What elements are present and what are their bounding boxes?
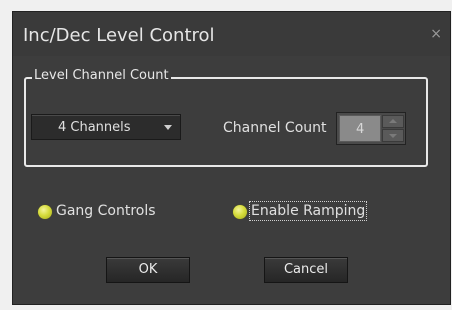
channel-count-stepper: 4 [336, 112, 406, 145]
stepper-up-button[interactable] [382, 115, 404, 128]
channel-count-field[interactable]: 4 [339, 115, 381, 142]
led-indicator-icon [233, 205, 247, 219]
enable-ramping-checkbox[interactable]: Enable Ramping [233, 201, 378, 223]
channels-dropdown-value: 4 Channels [58, 120, 131, 135]
gang-controls-label: Gang Controls [56, 203, 156, 219]
channel-count-value: 4 [356, 122, 365, 137]
ok-button[interactable]: OK [106, 257, 190, 283]
chevron-down-icon [164, 125, 172, 130]
channel-count-label: Channel Count [223, 120, 327, 136]
enable-ramping-label: Enable Ramping [248, 201, 368, 221]
dialog-titlebar[interactable]: Inc/Dec Level Control × [13, 12, 450, 56]
led-indicator-icon [38, 205, 52, 219]
gang-controls-checkbox[interactable]: Gang Controls [38, 203, 168, 223]
close-icon[interactable]: × [430, 26, 442, 42]
cancel-button[interactable]: Cancel [264, 257, 348, 283]
group-label: Level Channel Count [32, 68, 171, 83]
dialog-title: Inc/Dec Level Control [23, 25, 215, 46]
stepper-down-button[interactable] [382, 129, 404, 142]
channels-dropdown[interactable]: 4 Channels [31, 114, 181, 140]
